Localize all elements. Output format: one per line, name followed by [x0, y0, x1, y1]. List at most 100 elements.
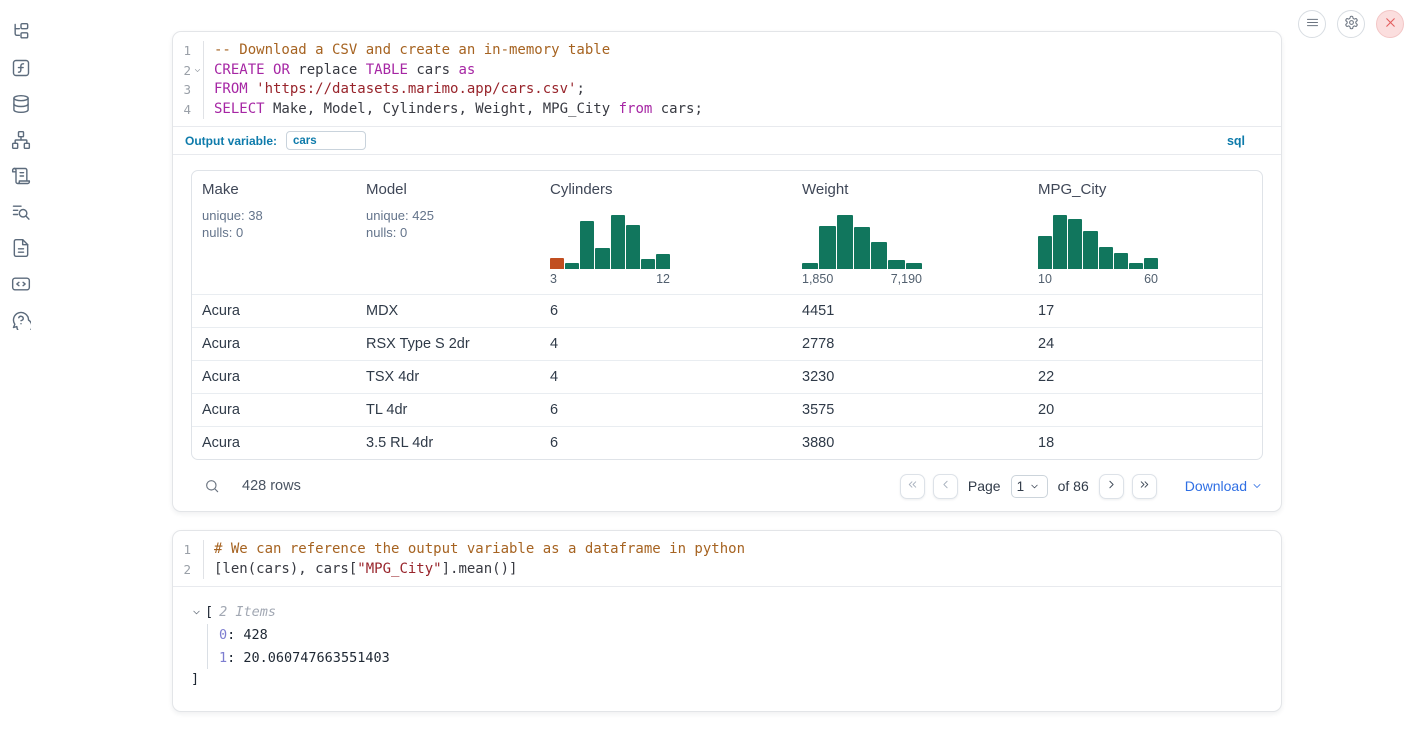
tree-children: 0: 4281: 20.060747663551403 [207, 624, 1281, 669]
code-text: CREATE OR replace TABLE cars as [204, 61, 475, 81]
table-row[interactable]: Acura3.5 RL 4dr6388018 [192, 426, 1262, 459]
code-line[interactable]: 2CREATE OR replace TABLE cars as [173, 61, 1281, 81]
row-count: 428 rows [242, 478, 301, 494]
page-select[interactable]: 1 [1011, 475, 1048, 498]
output-variable-input[interactable] [286, 131, 366, 150]
histogram-bar [550, 258, 564, 269]
download-button[interactable]: Download [1185, 478, 1263, 494]
column-label[interactable]: Model [366, 181, 530, 198]
histogram-bar [1038, 236, 1052, 269]
histogram-bar [819, 226, 835, 269]
language-badge: sql [1227, 134, 1245, 148]
table-cell: 6 [540, 394, 792, 426]
tree-key: 0 [219, 627, 227, 643]
tree-close-bracket: ] [191, 669, 1281, 689]
histogram-bar [595, 248, 609, 269]
shutdown-x-button[interactable] [1376, 10, 1404, 38]
settings-gear-button[interactable] [1337, 10, 1365, 38]
table-cell: 4 [540, 361, 792, 393]
tree-items-count: 2 Items [219, 602, 276, 622]
histogram-bar [1144, 258, 1158, 269]
pagination: Page 1 of 86 Download [900, 474, 1263, 499]
code-text: # We can reference the output variable a… [204, 540, 745, 560]
code-line[interactable]: 4SELECT Make, Model, Cylinders, Weight, … [173, 100, 1281, 120]
python-cell: 1 # We can reference the output variable … [172, 530, 1282, 712]
chevron-right-icon [1105, 478, 1118, 494]
table-cell: Acura [192, 427, 356, 459]
histogram-bar [888, 260, 904, 269]
table-cell: 6 [540, 295, 792, 327]
table-row[interactable]: AcuraMDX6445117 [192, 294, 1262, 327]
histogram-axis: 1,8507,190 [802, 272, 922, 286]
tree-entry: 1: 20.060747663551403 [219, 647, 1281, 670]
table-cell: 4451 [792, 295, 1028, 327]
tree-value: 428 [243, 627, 267, 643]
tree-entry: 0: 428 [219, 624, 1281, 647]
tree-value: 20.060747663551403 [243, 650, 389, 666]
column-label[interactable]: MPG_City [1038, 181, 1252, 198]
snippets-icon[interactable] [11, 274, 31, 294]
column-label[interactable]: Make [202, 181, 346, 198]
output-variable-bar: Output variable: sql [173, 126, 1281, 155]
tree-open-bracket: [ [205, 602, 213, 622]
histogram-bar [854, 227, 870, 269]
page-select-value: 1 [1017, 479, 1025, 494]
column-label[interactable]: Weight [802, 181, 1018, 198]
table-cell: 22 [1028, 361, 1262, 393]
histogram-bar [1068, 219, 1082, 269]
code-line[interactable]: 1# We can reference the output variable … [173, 540, 1281, 560]
function-icon[interactable] [11, 58, 31, 78]
column-header-mpg_city: MPG_City 1060 [1028, 171, 1262, 294]
next-page-button[interactable] [1099, 474, 1124, 499]
output-variable-label: Output variable: [185, 134, 277, 148]
dependency-graph-icon[interactable] [11, 130, 31, 150]
table-cell: 3880 [792, 427, 1028, 459]
sql-code-editor[interactable]: 1-- Download a CSV and create an in-memo… [173, 32, 1281, 126]
histogram-bar [837, 215, 853, 269]
histogram-bar [565, 263, 579, 269]
histogram-bar [626, 225, 640, 269]
table-cell: 3230 [792, 361, 1028, 393]
tree-key: 1 [219, 650, 227, 666]
output-tree: [ 2 Items 0: 4281: 20.060747663551403 ] [173, 587, 1281, 689]
database-icon[interactable] [11, 94, 31, 114]
document-icon[interactable] [11, 238, 31, 258]
table-row[interactable]: AcuraTSX 4dr4323022 [192, 360, 1262, 393]
line-number: 2 [173, 61, 204, 81]
chevron-down-icon [1029, 481, 1040, 492]
code-line[interactable]: 1-- Download a CSV and create an in-memo… [173, 41, 1281, 61]
tree-collapse-icon[interactable] [191, 607, 202, 618]
first-page-button[interactable] [900, 474, 925, 499]
column-label[interactable]: Cylinders [550, 181, 782, 198]
table-row[interactable]: AcuraTL 4dr6357520 [192, 393, 1262, 426]
search-icon[interactable] [204, 478, 220, 494]
histogram-bar [906, 263, 922, 269]
table-cell: 18 [1028, 427, 1262, 459]
fold-spacer [191, 100, 203, 120]
table-row[interactable]: AcuraRSX Type S 2dr4277824 [192, 327, 1262, 360]
sql-cell: 1-- Download a CSV and create an in-memo… [172, 31, 1282, 512]
scroll-icon[interactable] [11, 166, 31, 186]
column-stats: unique: 425nulls: 0 [366, 208, 530, 241]
chevron-left-icon [939, 478, 952, 494]
menu-button[interactable] [1298, 10, 1326, 38]
column-header-cylinders: Cylinders 312 [540, 171, 792, 294]
python-code-editor[interactable]: 1# We can reference the output variable … [173, 531, 1281, 586]
logs-search-icon[interactable] [11, 202, 31, 222]
fold-chevron-icon[interactable] [191, 61, 203, 81]
histogram-weight: 1,8507,190 [802, 215, 922, 286]
table-cell: 3575 [792, 394, 1028, 426]
prev-page-button[interactable] [933, 474, 958, 499]
last-page-button[interactable] [1132, 474, 1157, 499]
code-line[interactable]: 2[len(cars), cars["MPG_City"].mean()] [173, 560, 1281, 580]
table-body: AcuraMDX6445117AcuraRSX Type S 2dr427782… [192, 294, 1262, 459]
histogram-bar [871, 242, 887, 269]
table-footer: 428 rows Page 1 of 86 Download [173, 460, 1281, 512]
histogram-bar [580, 221, 594, 269]
help-icon[interactable] [11, 310, 31, 330]
histogram-bar [1053, 215, 1067, 269]
table-cell: MDX [356, 295, 540, 327]
chevrons-left-icon [906, 478, 919, 494]
code-line[interactable]: 3FROM 'https://datasets.marimo.app/cars.… [173, 80, 1281, 100]
file-tree-icon[interactable] [11, 22, 31, 42]
